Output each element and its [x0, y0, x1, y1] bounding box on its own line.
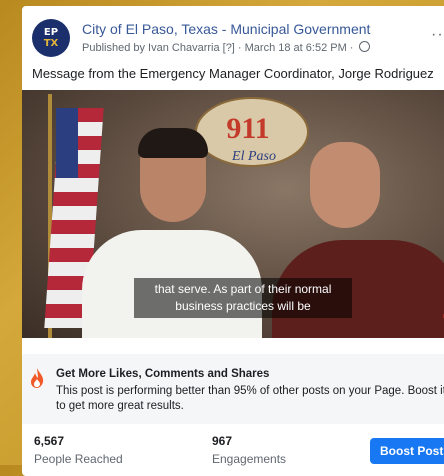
- officer-hair: [138, 128, 208, 158]
- el-paso-911-logo: 911 El Paso: [195, 97, 309, 167]
- page-name-link[interactable]: City of El Paso, Texas - Municipal Gover…: [82, 21, 370, 37]
- caption-line-2: business practices will be: [175, 299, 311, 313]
- engagements-label: Engagements: [212, 452, 287, 466]
- page-avatar[interactable]: EP TX: [32, 19, 70, 57]
- engagements-stat: 967 Engagements: [212, 434, 286, 466]
- post-meta-text: Published by Ivan Chavarria [?] · March …: [82, 42, 354, 54]
- caption-line-1: that serve. As part of their normal: [154, 282, 332, 296]
- us-flag-canton: [56, 108, 78, 178]
- post-message: Message from the Emergency Manager Coord…: [32, 66, 434, 81]
- fire-icon: [31, 368, 44, 388]
- avatar-text-bottom: TX: [43, 38, 59, 49]
- boost-description: This post is performing better than 95% …: [56, 385, 444, 412]
- interpreter-head: [310, 142, 380, 228]
- boost-post-button[interactable]: Boost Post: [370, 438, 444, 464]
- logo-911-text: 911: [226, 112, 269, 145]
- post-meta: Published by Ivan Chavarria [?] · March …: [82, 41, 370, 54]
- more-options-icon[interactable]: ···: [431, 26, 444, 44]
- people-reached-value: 6,567: [34, 434, 65, 448]
- post-header: EP TX City of El Paso, Texas - Municipal…: [32, 18, 444, 58]
- post-card: EP TX City of El Paso, Texas - Municipal…: [22, 6, 444, 476]
- video-caption: that serve. As part of their normal busi…: [134, 278, 352, 318]
- post-stats: 6,567 People Reached 967 Engagements Boo…: [22, 424, 444, 476]
- globe-icon: [358, 41, 370, 52]
- people-reached-label: People Reached: [34, 452, 123, 466]
- avatar-text-top: EP: [43, 27, 59, 38]
- video-player[interactable]: 911 El Paso that serve. As part of their…: [22, 90, 444, 338]
- engagements-value: 967: [212, 434, 233, 448]
- boost-suggestion: Get More Likes, Comments and Shares This…: [22, 354, 444, 424]
- boost-title: Get More Likes, Comments and Shares: [56, 368, 270, 380]
- people-reached-stat: 6,567 People Reached: [34, 434, 123, 466]
- logo-sub-text: El Paso: [231, 149, 276, 164]
